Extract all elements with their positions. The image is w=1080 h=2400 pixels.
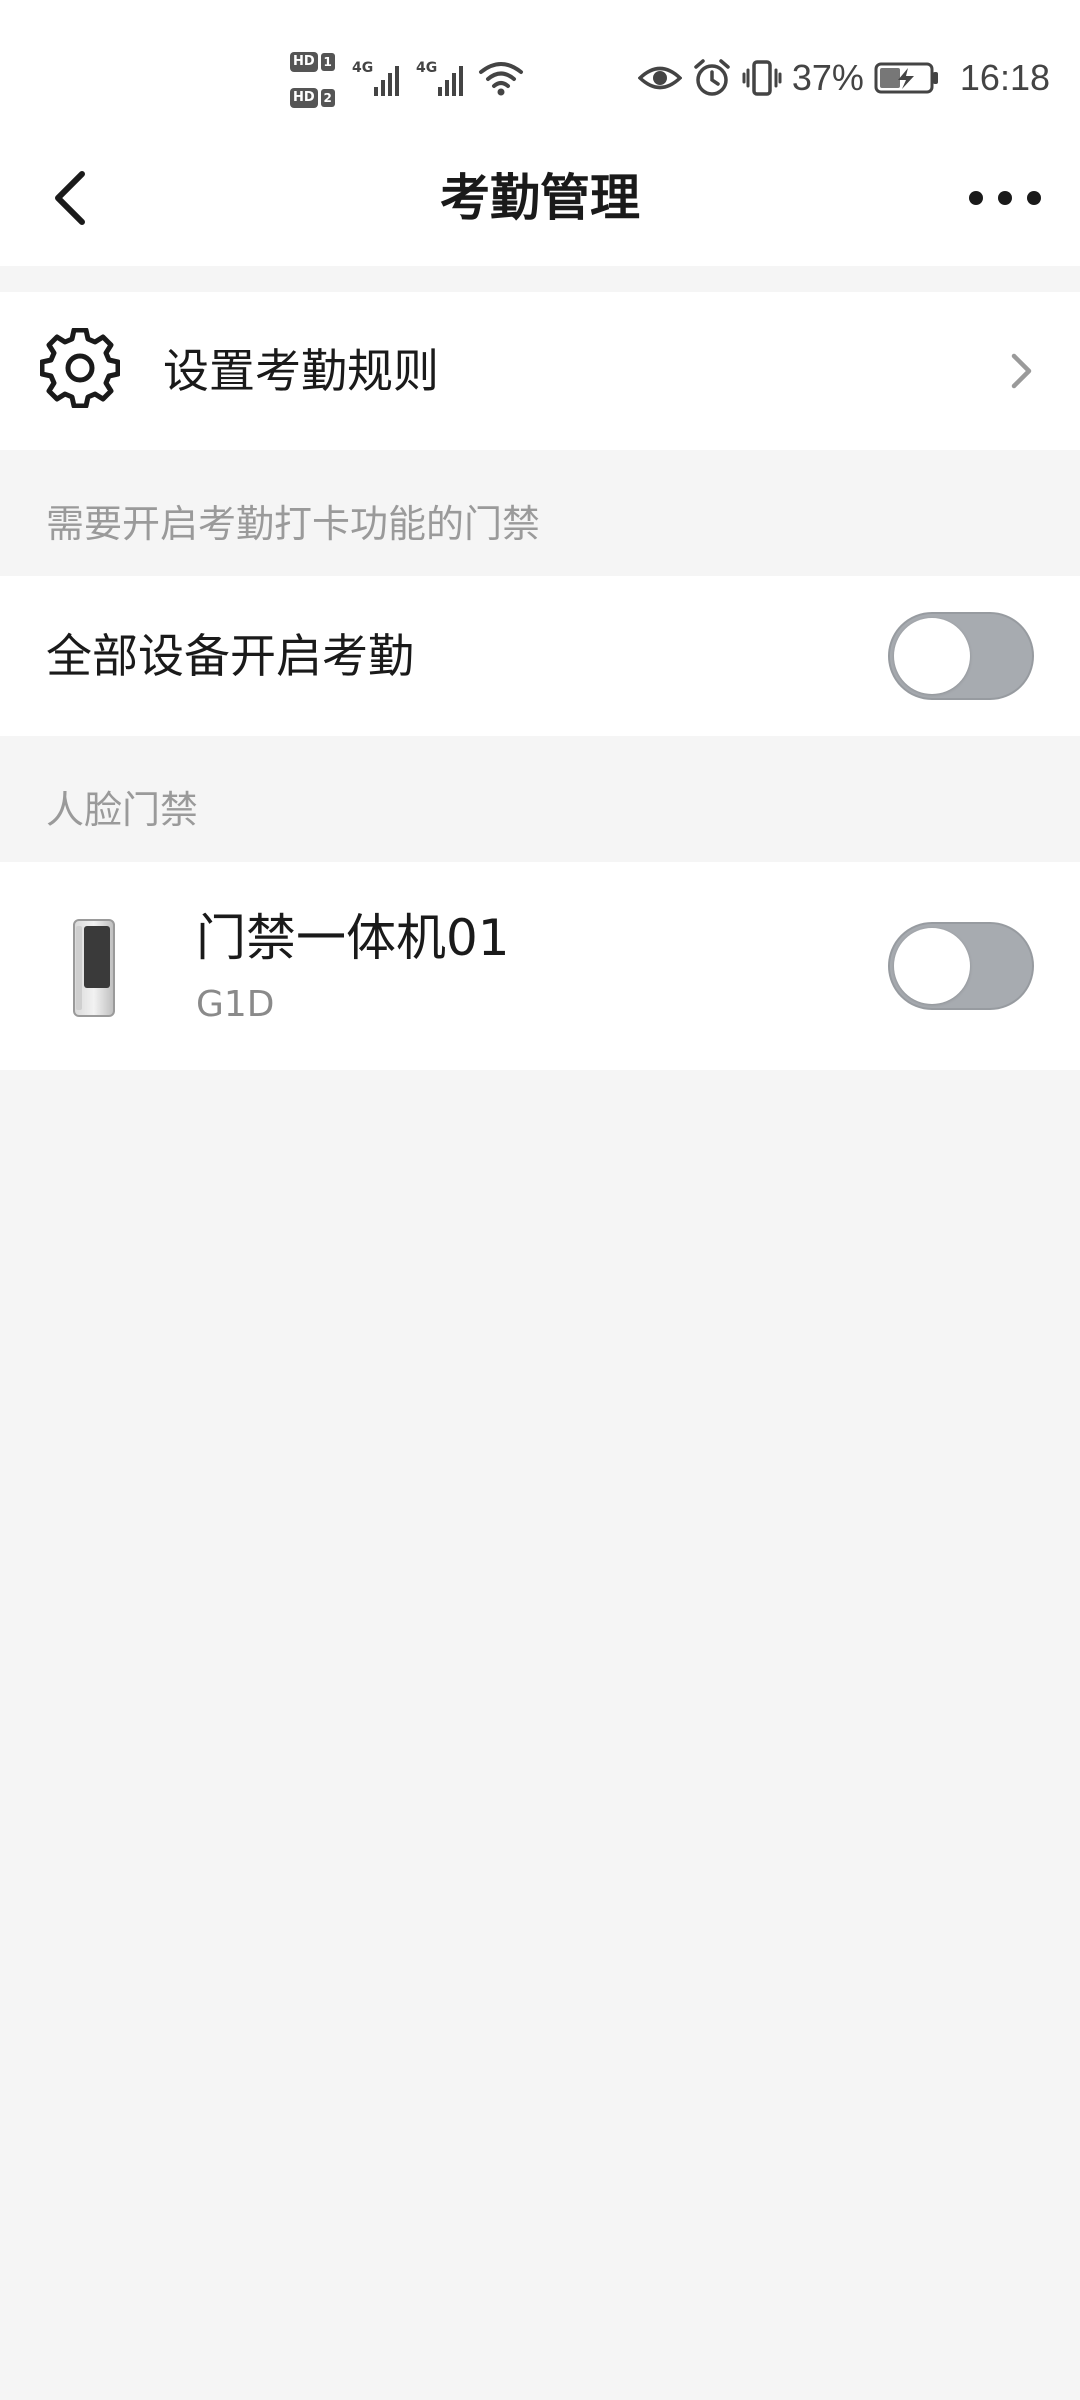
more-horizontal-icon <box>969 191 1041 205</box>
hd-sim1-slot: 1 <box>320 53 335 71</box>
status-bar: HD 1 HD 2 4G 4G 37% 16:18 <box>0 0 1080 138</box>
all-devices-label: 全部设备开启考勤 <box>46 629 414 683</box>
battery-percent: 37% <box>791 57 864 98</box>
all-devices-row: 全部设备开启考勤 <box>0 576 1080 736</box>
more-button[interactable] <box>960 168 1050 228</box>
wifi-icon <box>479 62 523 96</box>
battery-charging-icon <box>874 62 938 94</box>
clock-time: 16:18 <box>959 57 1050 98</box>
device-name: 门禁一体机01 <box>196 909 510 967</box>
page-title: 考勤管理 <box>440 169 640 227</box>
status-right-group: 37% 16:18 <box>637 56 1050 100</box>
hd-sim1-label: HD <box>290 52 318 72</box>
sim2-signal-icon: 4G <box>416 58 476 98</box>
section-header-face-access: 人脸门禁 <box>46 788 199 832</box>
switch-knob <box>894 618 970 694</box>
chevron-right-icon <box>1011 353 1032 389</box>
sim1-network-label: 4G <box>352 60 374 76</box>
all-devices-switch[interactable] <box>888 612 1034 700</box>
switch-knob <box>894 928 970 1004</box>
hd-indicators: HD 1 HD 2 <box>290 50 342 112</box>
hd-sim2-indicator: HD 2 <box>290 86 342 110</box>
sim1-signal-icon: 4G <box>352 58 412 98</box>
attendance-rule-row[interactable]: 设置考勤规则 <box>0 292 1080 450</box>
gear-icon <box>40 328 120 408</box>
vibrate-icon <box>742 60 782 96</box>
sim2-network-label: 4G <box>416 60 438 76</box>
nav-bar: 考勤管理 <box>0 138 1080 266</box>
eye-icon <box>637 66 682 90</box>
attendance-rule-label: 设置考勤规则 <box>163 344 439 398</box>
device-attendance-switch[interactable] <box>888 922 1034 1010</box>
access-control-terminal-icon <box>73 919 115 1017</box>
device-model: G1D <box>196 984 275 1025</box>
section-header-attendance: 需要开启考勤打卡功能的门禁 <box>46 502 541 546</box>
hd-sim1-indicator: HD 1 <box>290 50 342 74</box>
alarm-icon <box>694 59 730 96</box>
device-list-item[interactable]: 门禁一体机01 G1D <box>0 862 1080 1070</box>
hd-sim2-label: HD <box>290 88 318 108</box>
hd-sim2-slot: 2 <box>320 89 335 107</box>
